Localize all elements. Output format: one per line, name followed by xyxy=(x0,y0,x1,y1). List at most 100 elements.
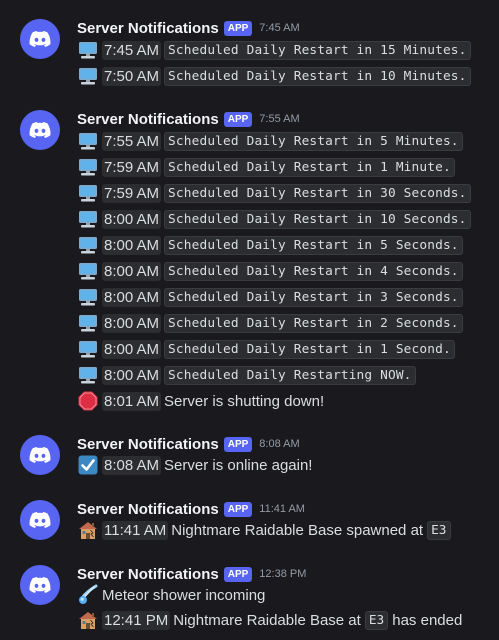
app-badge: APP xyxy=(223,20,253,36)
inline-timestamp[interactable]: 8:00 AM xyxy=(102,209,162,229)
code-text: Scheduled Daily Restart in 15 Minutes. xyxy=(164,40,471,60)
author-name[interactable]: Server Notifications xyxy=(77,436,219,453)
derelict-house-icon xyxy=(77,609,99,631)
discord-logo-icon xyxy=(29,512,51,528)
discord-logo-icon xyxy=(29,122,51,138)
inline-timestamp[interactable]: 8:01 AM xyxy=(102,391,162,411)
code-text: Scheduled Daily Restart in 1 Second. xyxy=(164,339,455,359)
message-text: Meteor shower incoming xyxy=(102,586,266,604)
message-header: Server Notifications APP 11:41 AM xyxy=(77,498,305,520)
avatar[interactable] xyxy=(20,19,60,59)
message-line: 8:00 AM Scheduled Daily Restart in 2 Sec… xyxy=(77,311,463,335)
message-line: 7:59 AM Scheduled Daily Restart in 1 Min… xyxy=(77,155,455,179)
message-timestamp[interactable]: 7:55 AM xyxy=(259,113,299,125)
inline-timestamp[interactable]: 7:50 AM xyxy=(102,66,162,86)
message-header: Server Notifications APP 7:45 AM xyxy=(77,17,300,39)
author-name[interactable]: Server Notifications xyxy=(77,111,219,128)
computer-icon xyxy=(77,338,99,360)
inline-timestamp[interactable]: 12:41 PM xyxy=(102,610,171,630)
check-mark-icon xyxy=(77,454,99,476)
app-badge: APP xyxy=(223,566,253,582)
computer-icon xyxy=(77,156,99,178)
code-text: Scheduled Daily Restart in 2 Seconds. xyxy=(164,313,463,333)
message-timestamp[interactable]: 12:38 PM xyxy=(259,568,306,580)
message-header: Server Notifications APP 8:08 AM xyxy=(77,433,300,455)
computer-icon xyxy=(77,39,99,61)
comet-icon xyxy=(77,584,99,606)
computer-icon xyxy=(77,364,99,386)
author-name[interactable]: Server Notifications xyxy=(77,566,219,583)
message-text: Nightmare Raidable Base spawned at xyxy=(171,521,424,539)
app-badge: APP xyxy=(223,111,253,127)
code-text: Scheduled Daily Restart in 4 Seconds. xyxy=(164,261,463,281)
code-text: Scheduled Daily Restart in 3 Seconds. xyxy=(164,287,463,307)
message-line: 7:45 AM Scheduled Daily Restart in 15 Mi… xyxy=(77,38,471,62)
stop-sign-icon xyxy=(77,390,99,412)
code-text: Scheduled Daily Restarting NOW. xyxy=(164,365,416,385)
code-text: Scheduled Daily Restart in 30 Seconds. xyxy=(164,183,471,203)
code-text: Scheduled Daily Restart in 10 Seconds. xyxy=(164,209,471,229)
message-text: Server is online again! xyxy=(164,456,313,474)
computer-icon xyxy=(77,234,99,256)
message-line: 8:00 AM Scheduled Daily Restart in 10 Se… xyxy=(77,207,471,231)
message-line: 8:00 AM Scheduled Daily Restarting NOW. xyxy=(77,363,416,387)
avatar[interactable] xyxy=(20,565,60,605)
inline-timestamp[interactable]: 8:00 AM xyxy=(102,235,162,255)
inline-timestamp[interactable]: 7:59 AM xyxy=(102,183,162,203)
author-name[interactable]: Server Notifications xyxy=(77,20,219,37)
message-line: 7:50 AM Scheduled Daily Restart in 10 Mi… xyxy=(77,64,471,88)
grid-code: E3 xyxy=(427,520,451,540)
message-line: 8:00 AM Scheduled Daily Restart in 5 Sec… xyxy=(77,233,463,257)
inline-timestamp[interactable]: 8:00 AM xyxy=(102,261,162,281)
message-text-end: has ended xyxy=(392,611,463,629)
inline-timestamp[interactable]: 8:00 AM xyxy=(102,365,162,385)
message-timestamp[interactable]: 11:41 AM xyxy=(259,503,305,515)
message-line: 8:08 AM Server is online again! xyxy=(77,453,312,477)
message-line: 11:41 AM Nightmare Raidable Base spawned… xyxy=(77,518,451,542)
code-text: Scheduled Daily Restart in 10 Minutes. xyxy=(164,66,471,86)
computer-icon xyxy=(77,260,99,282)
message-timestamp[interactable]: 8:08 AM xyxy=(259,438,299,450)
inline-timestamp[interactable]: 7:55 AM xyxy=(102,131,162,151)
inline-timestamp[interactable]: 8:00 AM xyxy=(102,287,162,307)
discord-logo-icon xyxy=(29,577,51,593)
author-name[interactable]: Server Notifications xyxy=(77,501,219,518)
message-line: 7:55 AM Scheduled Daily Restart in 5 Min… xyxy=(77,129,463,153)
message-line: Meteor shower incoming xyxy=(77,583,265,607)
computer-icon xyxy=(77,286,99,308)
grid-code: E3 xyxy=(364,610,389,630)
code-text: Scheduled Daily Restart in 5 Seconds. xyxy=(164,235,463,255)
avatar[interactable] xyxy=(20,435,60,475)
avatar[interactable] xyxy=(20,500,60,540)
message-line: 7:59 AM Scheduled Daily Restart in 30 Se… xyxy=(77,181,471,205)
inline-timestamp[interactable]: 8:08 AM xyxy=(102,455,162,475)
inline-timestamp[interactable]: 7:45 AM xyxy=(102,40,162,60)
message-line: 8:00 AM Scheduled Daily Restart in 1 Sec… xyxy=(77,337,455,361)
computer-icon xyxy=(77,182,99,204)
message-text: Nightmare Raidable Base at xyxy=(173,611,361,629)
inline-timestamp[interactable]: 8:00 AM xyxy=(102,339,162,359)
message-line: 8:00 AM Scheduled Daily Restart in 4 Sec… xyxy=(77,259,463,283)
computer-icon xyxy=(77,312,99,334)
code-text: Scheduled Daily Restart in 5 Minutes. xyxy=(164,131,463,151)
inline-timestamp[interactable]: 8:00 AM xyxy=(102,313,162,333)
message-line: 8:00 AM Scheduled Daily Restart in 3 Sec… xyxy=(77,285,463,309)
message-header: Server Notifications APP 12:38 PM xyxy=(77,563,306,585)
code-text: Scheduled Daily Restart in 1 Minute. xyxy=(164,157,455,177)
inline-timestamp[interactable]: 7:59 AM xyxy=(102,157,162,177)
computer-icon xyxy=(77,65,99,87)
computer-icon xyxy=(77,208,99,230)
app-badge: APP xyxy=(223,436,253,452)
message-line: 12:41 PM Nightmare Raidable Base at E3 h… xyxy=(77,608,462,632)
computer-icon xyxy=(77,130,99,152)
derelict-house-icon xyxy=(77,519,99,541)
inline-timestamp[interactable]: 11:41 AM xyxy=(102,520,169,540)
avatar[interactable] xyxy=(20,110,60,150)
message-line: 8:01 AM Server is shutting down! xyxy=(77,389,324,413)
message-header: Server Notifications APP 7:55 AM xyxy=(77,108,300,130)
discord-logo-icon xyxy=(29,447,51,463)
discord-logo-icon xyxy=(29,31,51,47)
message-timestamp[interactable]: 7:45 AM xyxy=(259,22,299,34)
message-text: Server is shutting down! xyxy=(164,392,325,410)
app-badge: APP xyxy=(223,501,253,517)
